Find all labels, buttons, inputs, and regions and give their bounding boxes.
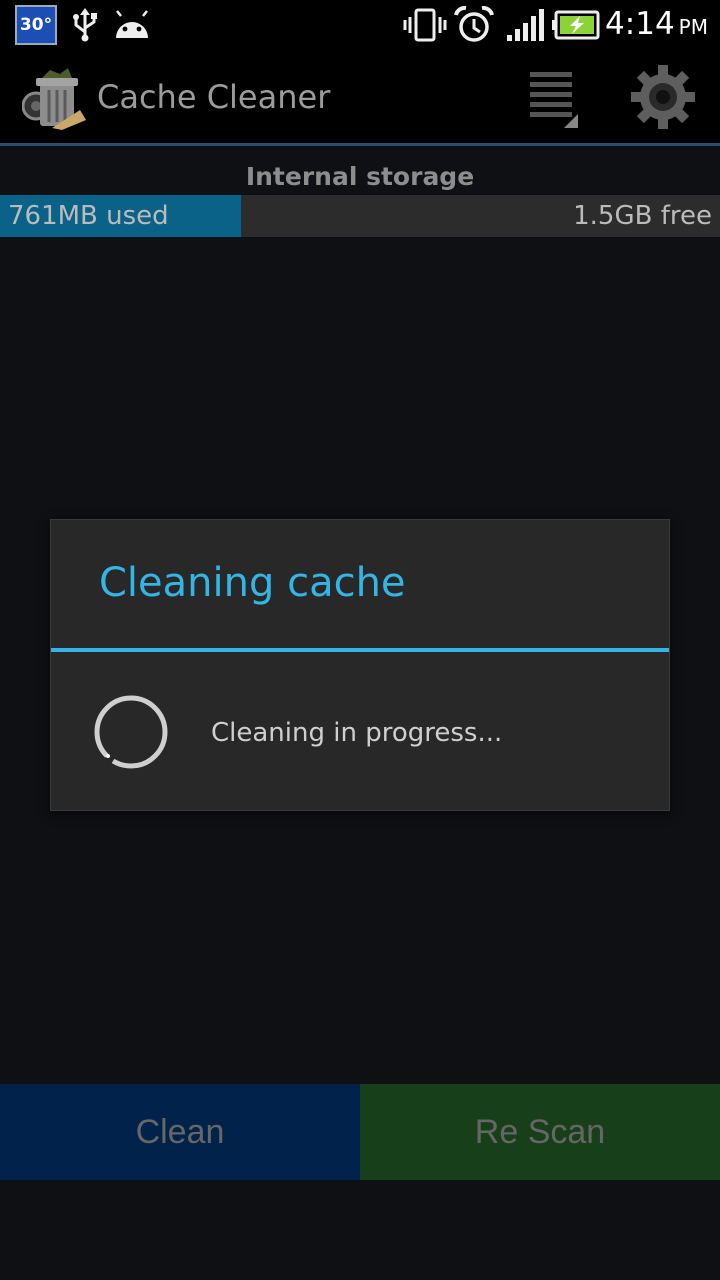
status-bar: 30° 4:14 PM: [0, 0, 720, 50]
loading-spinner-icon: [91, 692, 171, 772]
dialog-divider: [51, 648, 669, 652]
battery-charging-icon: [552, 8, 600, 42]
app-title: Cache Cleaner: [97, 78, 331, 116]
action-bar: Cache Cleaner: [0, 50, 720, 144]
app-trash-icon: [21, 68, 86, 130]
progress-dialog: Cleaning cache Cleaning in progress...: [50, 519, 670, 811]
dialog-title: Cleaning cache: [99, 560, 406, 606]
alarm-icon: [454, 6, 494, 42]
dialog-message: Cleaning in progress...: [211, 718, 503, 748]
storage-usage-bar: 761MB used 1.5GB free: [0, 195, 720, 237]
android-icon: [112, 8, 152, 42]
storage-used-text: 761MB used: [8, 201, 169, 231]
usb-icon: [70, 8, 100, 42]
clean-button[interactable]: Clean: [0, 1084, 360, 1180]
weather-temperature-badge: 30°: [15, 5, 57, 45]
signal-icon: [506, 8, 544, 42]
action-bar-divider: [0, 143, 720, 146]
settings-gear-icon[interactable]: [630, 64, 696, 130]
vibrate-icon: [403, 8, 447, 42]
rescan-button[interactable]: Re Scan: [360, 1084, 720, 1180]
storage-free-text: 1.5GB free: [573, 201, 712, 231]
status-time: 4:14 PM: [605, 6, 708, 42]
overflow-menu-icon[interactable]: [526, 70, 580, 130]
storage-label: Internal storage: [245, 162, 475, 191]
